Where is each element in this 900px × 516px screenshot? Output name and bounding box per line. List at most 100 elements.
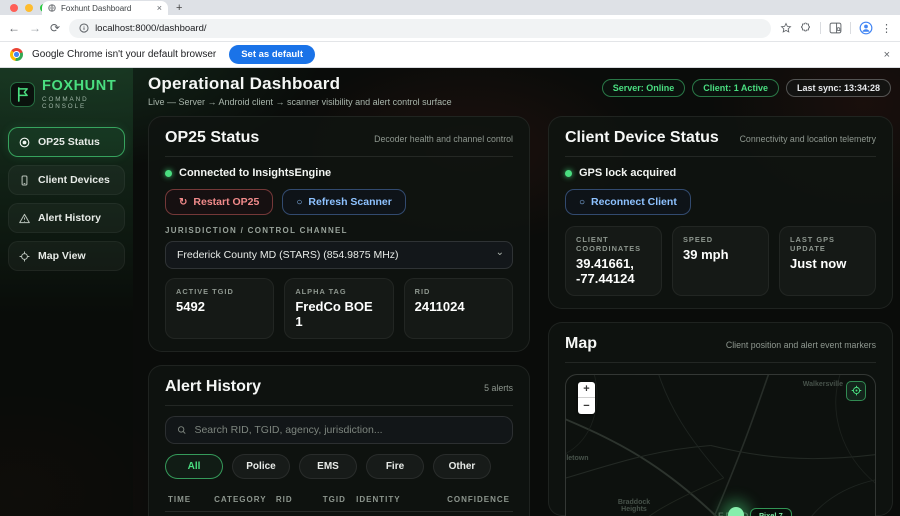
jurisdiction-select-wrap: Frederick County MD (STARS) (854.9875 MH… [165,241,513,269]
map-place-label: Walkersville [802,380,843,388]
profile-avatar-icon[interactable] [859,21,873,35]
divider [565,361,876,363]
last-gps-update-card: LAST GPS UPDATE Just now [779,226,876,296]
toolbar-separator [850,22,851,34]
map-roads [566,374,875,516]
reconnect-icon: ○ [579,196,586,208]
alert-search-box[interactable] [165,415,513,444]
refresh-scanner-button[interactable]: ○ Refresh Scanner [282,189,406,215]
op25-status-panel: OP25 Status Decoder health and channel c… [148,116,530,352]
minimize-window-button[interactable] [25,4,33,12]
alert-search-input[interactable] [194,423,501,436]
filter-police[interactable]: Police [232,453,290,479]
gps-status-dot [565,169,572,177]
map-place-label: Braddock Heights [617,498,651,513]
chrome-logo-icon [10,48,23,61]
reload-icon[interactable]: ⟳ [50,22,60,34]
sidebar-item-label: Client Devices [38,174,110,187]
recenter-map-button[interactable] [846,380,866,401]
new-tab-button[interactable]: + [176,2,182,14]
sidebar-item-label: Alert History [38,212,102,225]
back-icon[interactable]: ← [8,22,20,34]
zoom-in-button[interactable]: + [578,382,595,398]
sidebar-item-map-view[interactable]: Map View [8,241,125,272]
page-subtitle: Live — Server → Android client → scanner… [148,97,452,107]
dashboard: FOXHUNT COMMAND CONSOLE OP25 Status Clie… [0,68,900,516]
brand: FOXHUNT COMMAND CONSOLE [8,77,125,110]
filter-ems[interactable]: EMS [299,453,357,479]
alerts-panel-title: Alert History [165,377,262,395]
status-badges: Server: Online Client: 1 Active Last syn… [601,79,891,97]
col-rid: RID [272,489,320,512]
gps-status-text: GPS lock acquired [579,167,677,179]
rid-card: RID 2411024 [403,278,513,339]
crosshair-icon [19,251,30,262]
jurisdiction-select[interactable]: Frederick County MD (STARS) (854.9875 MH… [165,241,513,269]
col-time: TIME [165,489,212,512]
browser-menu-icon[interactable]: ⋮ [881,22,892,35]
page-title: Operational Dashboard [148,74,341,93]
sidebar-item-op25-status[interactable]: OP25 Status [8,127,125,158]
target-icon [851,386,861,396]
alpha-tag-card: ALPHA TAG FredCo BOE 1 [284,278,394,339]
client-panel-title: Client Device Status [565,129,719,146]
url-bar[interactable]: localhost:8000/dashboard/ [69,18,771,38]
filter-other[interactable]: Other [433,453,491,479]
toolbar-separator [820,22,821,34]
col-category: CATEGORY [211,489,273,512]
filter-fire[interactable]: Fire [366,453,424,479]
tab-title: Foxhunt Dashboard [61,3,132,13]
browser-tab[interactable]: Foxhunt Dashboard × [42,1,168,15]
close-window-button[interactable] [10,4,18,12]
sidebar-nav: OP25 Status Client Devices Alert History [8,127,125,272]
banner-text: Google Chrome isn't your default browser [32,49,217,60]
banner-close-icon[interactable]: × [884,49,890,61]
map-canvas[interactable]: + − Walkersville Mid [565,373,876,516]
side-panel-icon[interactable] [829,22,842,34]
toolbar-actions: ⋮ [780,21,892,35]
active-tgid-card: ACTIVE TGID 5492 [165,278,275,339]
sidebar-item-alert-history[interactable]: Alert History [8,203,125,234]
map-zoom-control[interactable]: + − [578,381,595,414]
tab-close-icon[interactable]: × [157,3,162,13]
set-as-default-button[interactable]: Set as default [229,45,315,64]
op25-panel-subtitle: Decoder health and channel control [374,134,513,144]
main-content: Operational Dashboard Live — Server → An… [133,68,900,516]
page-header: Operational Dashboard Live — Server → An… [148,72,893,107]
sidebar: FOXHUNT COMMAND CONSOLE OP25 Status Clie… [0,68,133,516]
col-confidence: CONFIDENCE [444,489,513,512]
search-icon [177,426,186,434]
smartphone-icon [19,175,30,186]
reconnect-client-button[interactable]: ○ Reconnect Client [565,189,691,215]
bookmark-star-icon[interactable] [780,22,792,34]
sidebar-item-client-devices[interactable]: Client Devices [8,165,125,196]
map-panel-title: Map [565,334,597,352]
connected-status-dot [165,169,172,177]
url-text[interactable]: localhost:8000/dashboard/ [95,23,206,34]
zoom-out-button[interactable]: − [578,398,595,414]
last-sync-badge: Last sync: 13:34:28 [785,79,891,97]
forward-icon[interactable]: → [29,22,41,34]
op25-status-text: Connected to InsightsEngine [179,167,332,179]
extensions-icon[interactable] [800,22,812,34]
warning-triangle-icon [19,213,30,224]
filter-all[interactable]: All [165,453,223,479]
map-panel: Map Client position and alert event mark… [548,321,893,516]
sidebar-item-label: Map View [38,250,86,263]
foxhunt-logo-icon [10,82,35,108]
restart-op25-button[interactable]: ↻ Restart OP25 [165,189,274,215]
server-status-badge: Server: Online [601,79,686,97]
op25-panel-title: OP25 Status [165,129,260,146]
table-row[interactable]: 11:54:49 FIRE 2415130 5524 Frederick Cou… [165,511,513,516]
brand-subtitle: COMMAND CONSOLE [42,96,89,111]
default-browser-banner: Google Chrome isn't your default browser… [0,42,900,68]
brand-name: FOXHUNT [42,78,117,94]
divider [565,156,876,157]
client-marker-label: Pixel 7 [750,507,792,516]
radio-dot-icon [19,137,30,148]
client-panel-subtitle: Connectivity and location telemetry [739,134,876,144]
alert-history-panel: Alert History 5 alerts All [148,364,530,516]
client-status-badge: Client: 1 Active [692,79,779,97]
map-place-label: Middletown [566,454,589,462]
site-info-icon[interactable] [79,23,89,33]
